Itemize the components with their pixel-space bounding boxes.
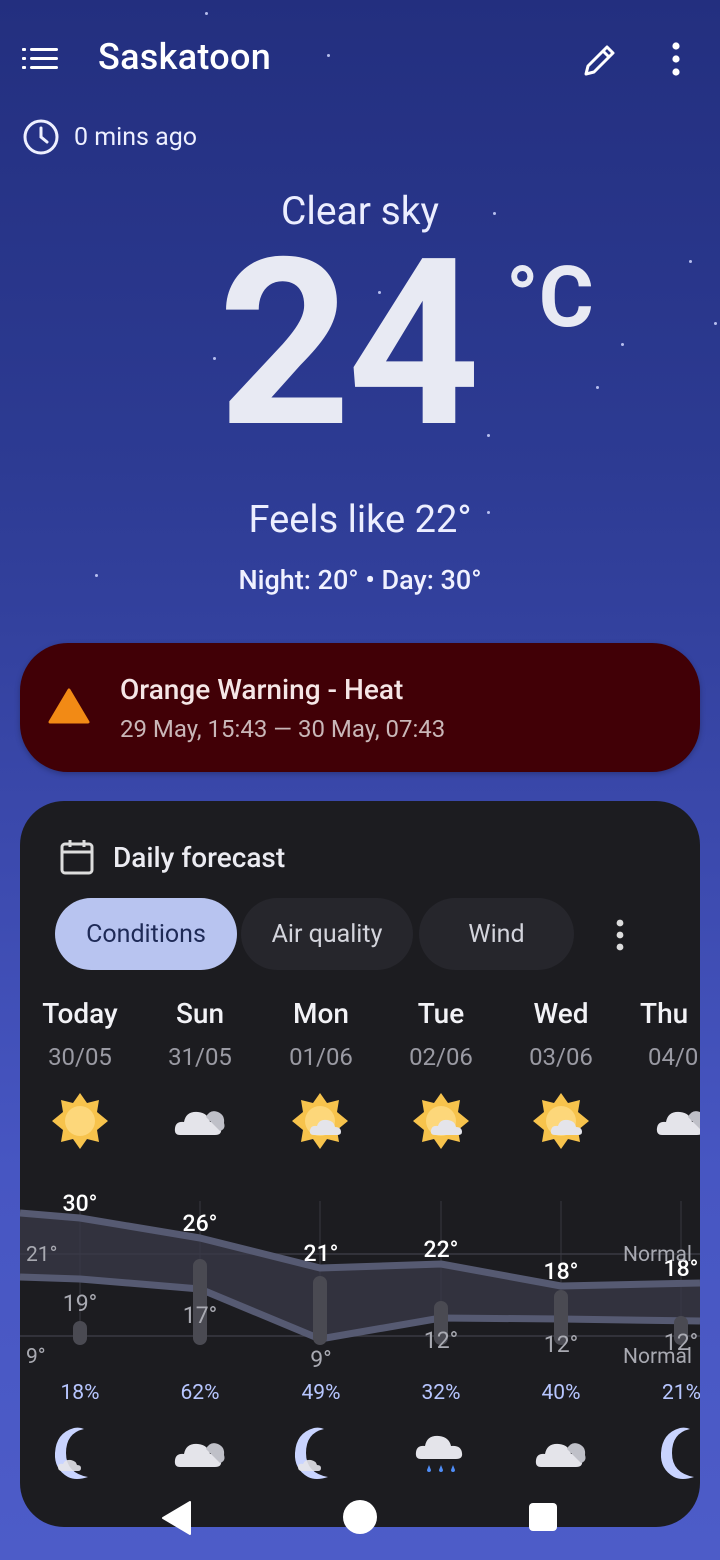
tab-air-quality[interactable]: Air quality bbox=[241, 898, 413, 970]
sun-cloud-icon bbox=[292, 1093, 348, 1149]
current-temperature: 24 bbox=[218, 208, 480, 480]
weather-warning-card[interactable]: Orange Warning - Heat 29 May, 15:43 — 30… bbox=[20, 643, 700, 772]
city-title: Saskatoon bbox=[98, 36, 272, 78]
low-temp: 19° bbox=[62, 1290, 98, 1317]
clock-icon bbox=[23, 119, 59, 155]
precipitation-chance: 18% bbox=[60, 1381, 100, 1405]
high-temp: 18° bbox=[543, 1258, 579, 1285]
star bbox=[213, 357, 216, 360]
daily-forecast-card: Daily forecast Conditions Air quality Wi… bbox=[20, 801, 700, 1527]
star bbox=[714, 322, 717, 325]
precipitation-chance: 49% bbox=[301, 1381, 341, 1405]
normal-label: Normal bbox=[623, 1345, 693, 1369]
pencil-icon[interactable] bbox=[578, 38, 622, 82]
back-icon[interactable] bbox=[160, 1500, 192, 1536]
temperature-unit: °C bbox=[506, 248, 594, 347]
star bbox=[327, 54, 330, 57]
day-name[interactable]: Tue bbox=[381, 997, 501, 1030]
warning-title: Orange Warning - Heat bbox=[120, 673, 404, 706]
warning-triangle-icon bbox=[48, 688, 90, 724]
sun-cloud-icon bbox=[413, 1093, 469, 1149]
day-night-temps: Night: 20° • Day: 30° bbox=[238, 564, 482, 596]
day-name[interactable]: Thu bbox=[640, 997, 700, 1030]
star bbox=[205, 12, 208, 15]
cloud-icon bbox=[656, 1111, 700, 1135]
precipitation-chance: 21% bbox=[662, 1381, 700, 1405]
day-date: 02/06 bbox=[409, 1043, 473, 1071]
more-vert-icon[interactable] bbox=[660, 40, 692, 80]
updated-text: 0 mins ago bbox=[74, 122, 198, 152]
high-temp: 22° bbox=[423, 1236, 459, 1263]
recents-button[interactable] bbox=[529, 1503, 557, 1531]
menu-icon[interactable] bbox=[22, 46, 60, 72]
star bbox=[596, 386, 599, 389]
warning-period: 29 May, 15:43 — 30 May, 07:43 bbox=[120, 715, 446, 743]
last-updated: 0 mins ago bbox=[22, 118, 197, 156]
sun-icon bbox=[52, 1093, 108, 1149]
home-button[interactable] bbox=[343, 1500, 377, 1534]
precipitation-chance: 62% bbox=[180, 1381, 220, 1405]
day-date: 04/0 bbox=[648, 1043, 699, 1071]
high-temp: 21° bbox=[303, 1240, 339, 1267]
low-temp: 17° bbox=[182, 1302, 218, 1329]
day-date: 03/06 bbox=[529, 1043, 593, 1071]
calendar-icon bbox=[60, 840, 94, 875]
more-vert-icon[interactable] bbox=[608, 915, 632, 955]
precipitation-chance: 40% bbox=[541, 1381, 581, 1405]
normal-high-value: 21° bbox=[26, 1243, 58, 1267]
feels-like: Feels like 22° bbox=[248, 498, 472, 542]
tab-wind[interactable]: Wind bbox=[419, 898, 574, 970]
low-temp: 12° bbox=[543, 1331, 579, 1358]
day-date: 01/06 bbox=[289, 1043, 353, 1071]
day-date: 30/05 bbox=[48, 1043, 112, 1071]
cloud-icon bbox=[174, 1111, 225, 1135]
normal-label: Normal bbox=[623, 1243, 693, 1267]
forecast-title: Daily forecast bbox=[113, 841, 286, 874]
day-name[interactable]: Sun bbox=[140, 997, 260, 1030]
low-temp: 9° bbox=[310, 1346, 332, 1373]
star bbox=[689, 260, 692, 263]
day-date: 31/05 bbox=[168, 1043, 232, 1071]
sun-cloud-icon bbox=[533, 1093, 589, 1149]
day-name[interactable]: Today bbox=[20, 997, 140, 1030]
day-name[interactable]: Wed bbox=[501, 997, 621, 1030]
precipitation-chance: 32% bbox=[421, 1381, 461, 1405]
high-temp: 30° bbox=[62, 1190, 98, 1217]
star bbox=[487, 434, 490, 437]
low-temp: 12° bbox=[423, 1327, 459, 1354]
day-name[interactable]: Mon bbox=[261, 997, 381, 1030]
tab-conditions[interactable]: Conditions bbox=[55, 898, 237, 970]
star bbox=[621, 343, 624, 346]
high-temp: 26° bbox=[182, 1210, 218, 1237]
normal-low-value: 9° bbox=[26, 1345, 46, 1369]
